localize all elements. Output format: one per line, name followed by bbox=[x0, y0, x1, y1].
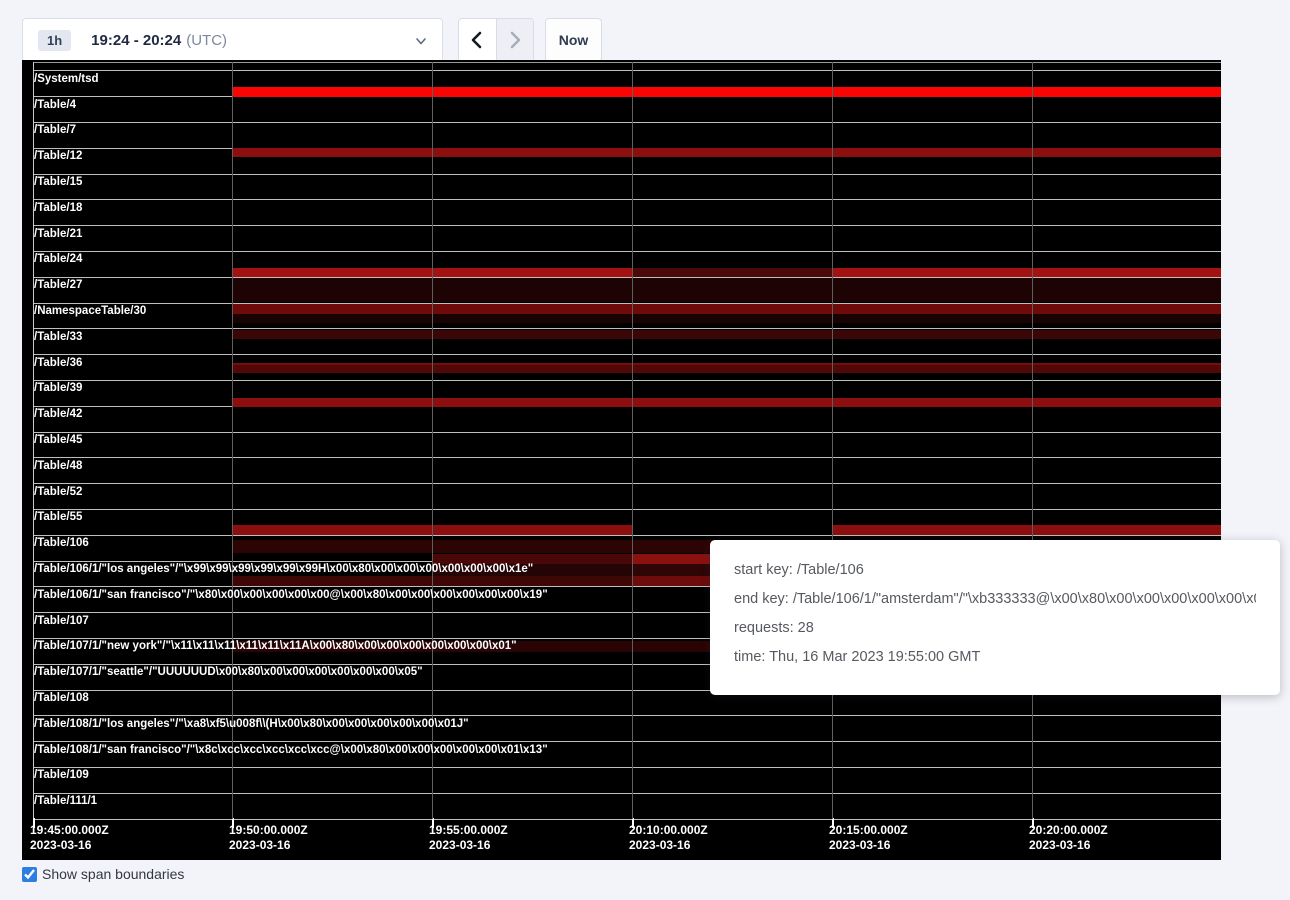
span-boundary-line bbox=[33, 70, 1221, 71]
heat-band bbox=[832, 525, 1221, 535]
row-label: /Table/48 bbox=[34, 460, 82, 472]
span-boundary-line bbox=[33, 174, 1221, 175]
show-span-boundaries-checkbox[interactable] bbox=[22, 867, 37, 882]
row-label: /Table/107/1/"seattle"/"UUUUUUD\x00\x80\… bbox=[34, 666, 423, 678]
span-boundary-line bbox=[33, 793, 1221, 794]
row-label: /Table/42 bbox=[34, 408, 82, 420]
span-boundary-line bbox=[33, 432, 1221, 433]
time-gridline bbox=[232, 62, 233, 819]
row-label: /Table/21 bbox=[34, 228, 82, 240]
tooltip-line: end key: /Table/106/1/"amsterdam"/"\xb33… bbox=[734, 591, 1256, 607]
row-label: /Table/106/1/"los angeles"/"\x99\x99\x99… bbox=[34, 563, 533, 575]
span-boundary-line bbox=[33, 767, 1221, 768]
span-boundary-line bbox=[33, 457, 1221, 458]
range-duration-badge: 1h bbox=[38, 30, 71, 51]
span-boundary-line bbox=[33, 199, 1221, 200]
row-label: /Table/24 bbox=[34, 253, 82, 265]
row-label: /Table/33 bbox=[34, 331, 82, 343]
heat-band bbox=[232, 398, 1221, 407]
next-range-button-disabled[interactable] bbox=[497, 19, 534, 61]
row-label: /Table/27 bbox=[34, 279, 82, 291]
span-boundary-line bbox=[33, 509, 1221, 510]
row-label: /Table/52 bbox=[34, 486, 82, 498]
axis-tick-label: 20:15:00.000Z 2023-03-16 bbox=[829, 823, 908, 853]
span-boundary-line bbox=[33, 251, 1221, 252]
time-gridline bbox=[832, 62, 833, 819]
heat-band bbox=[632, 268, 832, 277]
heat-band bbox=[232, 330, 1221, 339]
tooltip-line: time: Thu, 16 Mar 2023 19:55:00 GMT bbox=[734, 649, 1256, 665]
now-button[interactable]: Now bbox=[545, 18, 602, 62]
range-text: 19:24 - 20:24 bbox=[91, 32, 181, 49]
row-label: /Table/106 bbox=[34, 537, 89, 549]
span-boundary-line bbox=[33, 354, 1221, 355]
row-label: /Table/109 bbox=[34, 769, 89, 781]
tooltip-line: requests: 28 bbox=[734, 620, 1256, 636]
time-gridline bbox=[432, 62, 433, 819]
axis-tick-label: 20:10:00.000Z 2023-03-16 bbox=[629, 823, 708, 853]
now-button-label: Now bbox=[559, 32, 589, 48]
row-label: /Table/18 bbox=[34, 202, 82, 214]
show-span-boundaries-label[interactable]: Show span boundaries bbox=[42, 866, 184, 882]
tooltip-line: start key: /Table/106 bbox=[734, 562, 1256, 578]
time-nav-group bbox=[458, 18, 534, 62]
row-label: /Table/55 bbox=[34, 511, 82, 523]
row-label: /Table/108/1/"san francisco"/"\x8c\xcc\x… bbox=[34, 744, 548, 756]
row-label: /Table/12 bbox=[34, 150, 82, 162]
chevron-down-icon bbox=[414, 34, 428, 48]
heat-band bbox=[232, 278, 1221, 302]
heat-band bbox=[232, 148, 1221, 157]
key-visualizer-heatmap[interactable]: /System/tsd/Table/4/Table/7/Table/12/Tab… bbox=[22, 60, 1221, 860]
row-label: /Table/7 bbox=[34, 124, 76, 136]
row-label: /Table/107/1/"new york"/"\x11\x11\x11\x1… bbox=[34, 640, 517, 652]
time-gridline bbox=[632, 62, 633, 819]
heatmap-tooltip: start key: /Table/106 end key: /Table/106… bbox=[710, 540, 1280, 695]
span-boundary-line bbox=[33, 225, 1221, 226]
axis-tick-label: 19:45:00.000Z 2023-03-16 bbox=[30, 823, 109, 853]
row-label: /System/tsd bbox=[34, 73, 99, 85]
span-boundary-line bbox=[33, 741, 1221, 742]
row-label: /NamespaceTable/30 bbox=[34, 305, 146, 317]
span-boundary-line bbox=[33, 819, 1221, 820]
heat-band bbox=[232, 365, 1221, 373]
span-boundary-line bbox=[33, 62, 1221, 63]
range-timezone: (UTC) bbox=[186, 32, 227, 49]
axis-tick-label: 19:55:00.000Z 2023-03-16 bbox=[429, 823, 508, 853]
previous-range-button[interactable] bbox=[459, 19, 497, 61]
row-label: /Table/15 bbox=[34, 176, 82, 188]
row-label: /Table/4 bbox=[34, 99, 76, 111]
axis-tick-label: 19:50:00.000Z 2023-03-16 bbox=[229, 823, 308, 853]
heat-band bbox=[232, 87, 1221, 97]
row-label: /Table/111/1 bbox=[34, 795, 97, 807]
time-range-selector[interactable]: 1h 19:24 - 20:24 (UTC) bbox=[22, 18, 443, 62]
row-label: /Table/108 bbox=[34, 692, 89, 704]
span-boundary-line bbox=[33, 483, 1221, 484]
span-boundary-line bbox=[33, 715, 1221, 716]
row-label: /Table/107 bbox=[34, 615, 89, 627]
span-boundary-line bbox=[33, 380, 1221, 381]
row-label: /Table/108/1/"los angeles"/"\xa8\xf5\u00… bbox=[34, 718, 469, 730]
row-label: /Table/39 bbox=[34, 382, 82, 394]
axis-tick-label: 20:20:00.000Z 2023-03-16 bbox=[1029, 823, 1108, 853]
heat-band bbox=[232, 314, 1221, 323]
row-label: /Table/45 bbox=[34, 434, 82, 446]
span-boundaries-control: Show span boundaries bbox=[22, 866, 184, 882]
span-boundary-line bbox=[33, 122, 1221, 123]
row-label: /Table/36 bbox=[34, 357, 82, 369]
row-label: /Table/106/1/"san francisco"/"\x80\x00\x… bbox=[34, 589, 548, 601]
heat-band bbox=[232, 304, 1221, 314]
time-gridline bbox=[1032, 62, 1033, 819]
